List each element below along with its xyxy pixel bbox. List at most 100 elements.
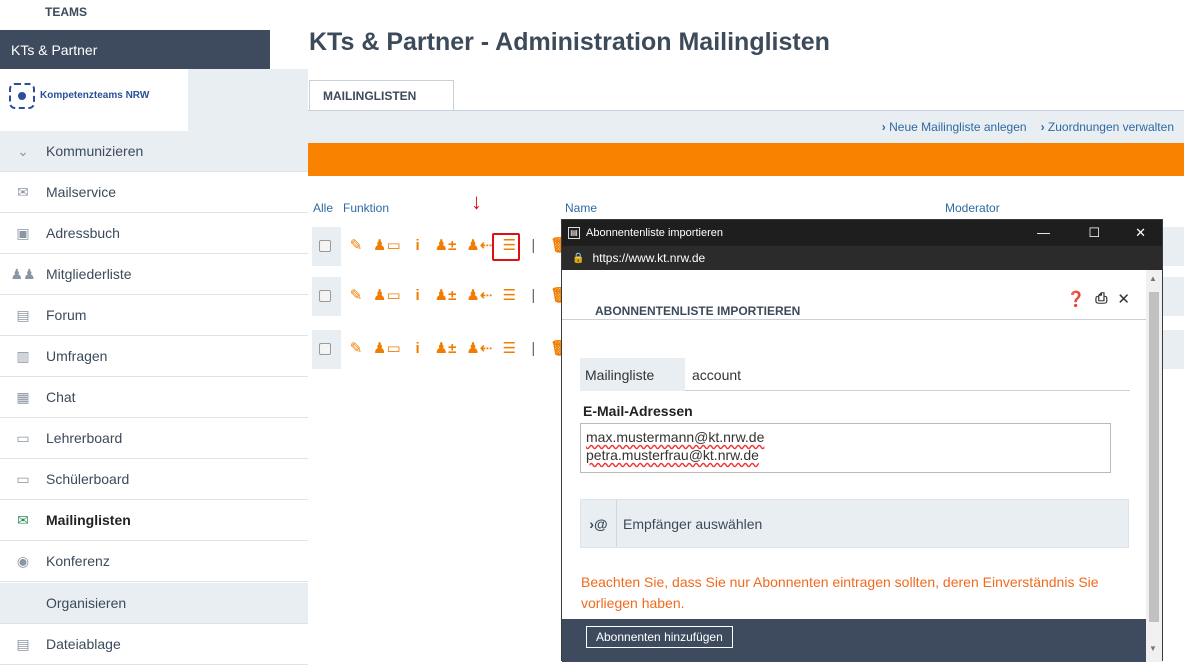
info-icon[interactable]: i [411,238,425,254]
logo[interactable]: Kompetenzteams NRW [0,69,188,131]
column-header-name[interactable]: Name [565,201,597,215]
manage-assignments-link[interactable]: Zuordnungen verwalten [1041,120,1174,134]
select-recipients-button[interactable]: ›@ Empfänger auswählen [580,499,1129,548]
sidebar-item-label: Mailinglisten [46,512,131,528]
list-icon[interactable]: ☰ [502,288,516,304]
sidebar-item-forum[interactable]: ▤ Forum [0,295,308,336]
window-titlebar[interactable]: ▤ Abonnentenliste importieren [562,220,1162,246]
sidebar-item-adressbuch[interactable]: ▣ Adressbuch [0,213,308,254]
mailinglist-value: account [692,367,742,383]
scroll-thumb[interactable] [1149,292,1159,622]
mailinglist-row: Mailingliste account [580,358,1130,391]
import-subscribers-icon[interactable]: ♟⇠ [466,238,492,254]
toolbar-links: Neue Mailingliste anlegen Zuordnungen ve… [882,120,1174,134]
scroll-up-icon[interactable]: ▲ [1149,274,1157,283]
assign-member-icon[interactable]: ♟▭ [373,341,401,357]
email-line: max.mustermann@kt.nrw.de [586,429,765,445]
row-checkbox[interactable] [319,290,331,302]
close-icon[interactable]: ✕ [1117,290,1130,308]
sidebar-item-label: Dateiablage [46,636,121,652]
lock-icon: 🔒 [572,252,585,264]
add-member-icon[interactable]: ♟± [435,341,457,357]
window-app-icon: ▤ [568,227,580,239]
separator: | [531,237,536,254]
at-sign-icon: ›@ [581,500,617,547]
sidebar-item-mailinglisten[interactable]: ✉ Mailinglisten [0,500,308,541]
edit-icon[interactable]: ✎ [349,238,363,254]
mailinglist-label: Mailingliste [580,358,685,391]
popup-scrollbar[interactable]: ▲ ▼ [1146,270,1162,662]
scroll-down-icon[interactable]: ▼ [1149,644,1157,653]
row-checkbox[interactable] [319,240,331,252]
sidebar-item-label: Organisieren [46,595,127,611]
select-recipients-label: Empfänger auswählen [623,515,763,532]
sidebar-item-label: Mailservice [46,184,117,200]
row-checkbox[interactable] [319,343,331,355]
members-icon: ♟♟ [10,265,36,282]
list-icon[interactable]: ☰ [502,341,516,357]
sidebar-section-kommunizieren[interactable]: ⌄ Kommunizieren [0,131,308,172]
info-icon[interactable]: i [411,288,425,304]
add-member-icon[interactable]: ♟± [435,238,457,254]
assign-member-icon[interactable]: ♟▭ [373,238,401,254]
sidebar: TEAMS KTs & Partner Kompetenzteams NRW ⌄… [0,0,308,665]
import-subscribers-icon[interactable]: ♟⇠ [466,341,492,357]
help-icon[interactable]: ❓ [1067,290,1086,308]
add-member-icon[interactable]: ♟± [435,288,457,304]
email-addresses-textarea[interactable]: max.mustermann@kt.nrw.de petra.musterfra… [580,423,1111,473]
sidebar-item-label: Umfragen [46,348,108,364]
sidebar-item-label: Adressbuch [46,225,120,241]
sidebar-item-label: Chat [46,389,76,405]
add-subscribers-button[interactable]: Abonnenten hinzufügen [586,626,733,648]
import-subscribers-window: ▤ Abonnentenliste importieren — ☐ ✕ 🔒 ht… [561,219,1163,662]
assign-member-icon[interactable]: ♟▭ [373,288,401,304]
address-book-icon: ▣ [16,224,30,241]
spacer-icon [12,595,34,611]
orange-bar [308,143,1184,176]
consent-notice: Beachten Sie, dass Sie nur Abonnenten ei… [581,574,1099,611]
sidebar-item-lehrerboard[interactable]: ▭ Lehrerboard [0,418,308,459]
page-title: KTs & Partner - Administration Mailingli… [309,28,830,56]
pointer-arrow-icon: ↓ [471,189,482,214]
sidebar-item-label: Mitgliederliste [46,266,132,282]
email-line: petra.musterfrau@kt.nrw.de [586,447,759,463]
popup-body: ABONNENTENLISTE IMPORTIEREN ❓ ⎙ ✕ Mailin… [562,270,1146,662]
separator: | [531,287,536,304]
popup-actions: ❓ ⎙ ✕ [1067,290,1130,308]
popup-footer: Abonnenten hinzufügen [562,619,1146,662]
sidebar-item-dateiablage[interactable]: ▤ Dateiablage [0,624,308,665]
column-header-function: Funktion [343,201,390,215]
sidebar-item-schuelerboard[interactable]: ▭ Schülerboard [0,459,308,500]
new-mailinglist-link[interactable]: Neue Mailingliste anlegen [882,120,1026,134]
sidebar-item-label: Konferenz [46,553,110,569]
maximize-icon[interactable]: ☐ [1088,225,1100,241]
minimize-icon[interactable]: — [1037,225,1050,240]
sidebar-item-label: Forum [46,307,87,323]
print-icon[interactable]: ⎙ [1095,290,1107,308]
poll-chart-icon: ▥ [16,347,30,364]
tab-mailinglisten[interactable]: MAILINGLISTEN [309,80,454,111]
edit-icon[interactable]: ✎ [349,341,363,357]
edit-icon[interactable]: ✎ [349,288,363,304]
info-icon[interactable]: i [411,341,425,357]
sidebar-item-mitgliederliste[interactable]: ♟♟ Mitgliederliste [0,254,308,295]
logo-area: Kompetenzteams NRW [0,69,308,131]
url-text: https://www.kt.nrw.de [592,251,706,265]
chat-icon: ▦ [16,388,30,405]
sidebar-item-umfragen[interactable]: ▥ Umfragen [0,336,308,377]
group-title[interactable]: KTs & Partner [0,30,270,69]
popup-title: ABONNENTENLISTE IMPORTIEREN [595,304,801,318]
sidebar-section-organisieren[interactable]: Organisieren [0,583,308,624]
column-header-moderator[interactable]: Moderator [945,201,1000,215]
sidebar-item-label: Schülerboard [46,471,130,487]
email-addresses-label: E-Mail-Adressen [583,403,693,419]
sidebar-item-chat[interactable]: ▦ Chat [0,377,308,418]
import-subscribers-icon[interactable]: ♟⇠ [466,288,492,304]
column-header-all[interactable]: Alle [313,201,333,215]
window-title: Abonnentenliste importieren [586,227,723,239]
mailinglist-icon: ✉ [17,511,29,528]
sidebar-item-konferenz[interactable]: ◉ Konferenz [0,541,308,582]
sidebar-item-label: Lehrerboard [46,430,123,446]
sidebar-item-mailservice[interactable]: ✉ Mailservice [0,172,308,213]
close-window-icon[interactable]: ✕ [1135,225,1146,241]
